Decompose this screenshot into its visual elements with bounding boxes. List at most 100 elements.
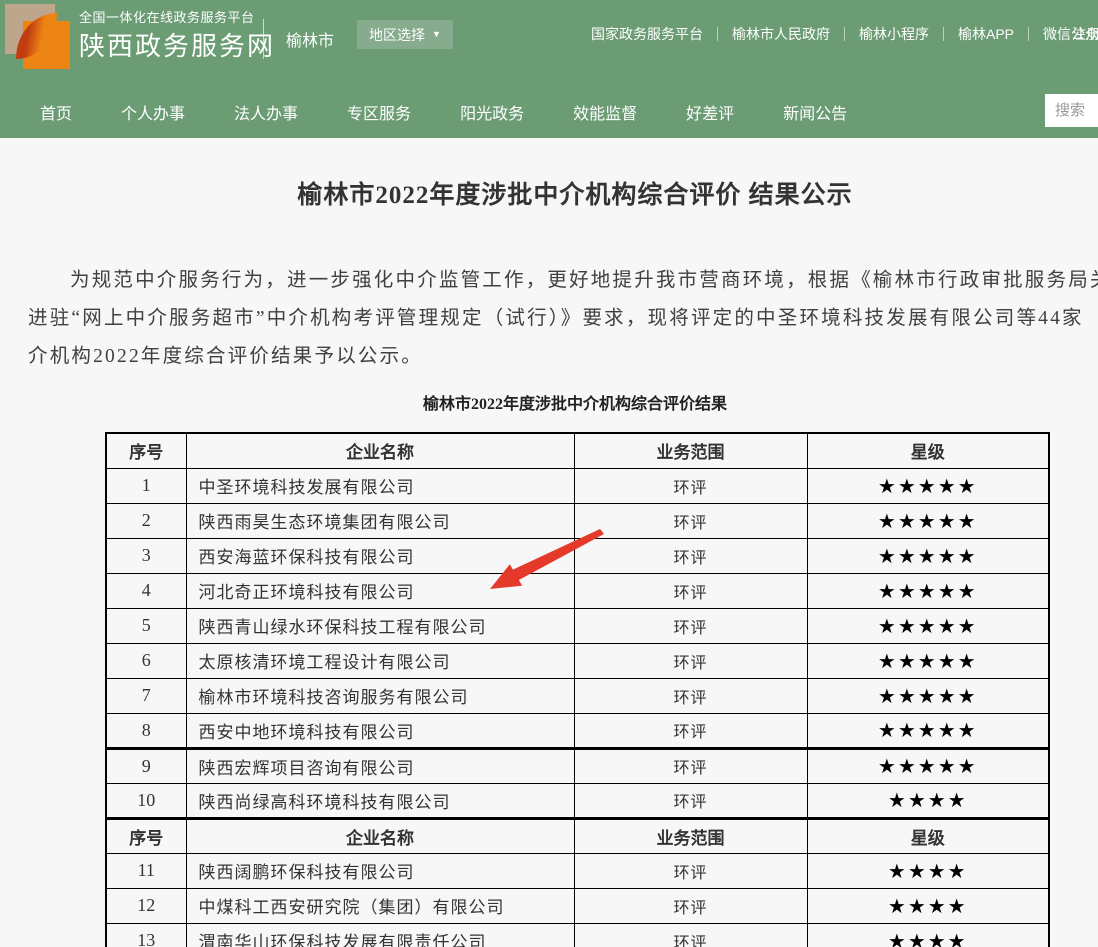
- current-city-label: 榆林市: [286, 27, 334, 51]
- column-header: 序号: [106, 433, 186, 468]
- header-link[interactable]: 国家政务服务平台: [577, 24, 717, 44]
- cell-no: 12: [106, 888, 186, 923]
- main-nav: 首页 个人办事 法人办事 专区服务 阳光政务 效能监督 好差评 新闻公告: [40, 92, 847, 132]
- table-row: 4河北奇正环境科技有限公司环评★★★★★: [106, 573, 1049, 608]
- nav-item[interactable]: 首页: [40, 100, 72, 124]
- cell-name: 太原核清环境工程设计有限公司: [186, 643, 574, 678]
- header-link[interactable]: 榆林APP: [944, 24, 1028, 44]
- site-header: 全国一体化在线政务服务平台 陕西政务服务网 榆林市 地区选择 ▼ 国家政务服务平…: [0, 0, 1098, 138]
- column-header: 企业名称: [186, 818, 574, 853]
- cell-stars: ★★★★: [807, 923, 1049, 947]
- nav-item[interactable]: 好差评: [686, 100, 734, 124]
- header-link[interactable]: 榆林市人民政府: [718, 24, 844, 44]
- cell-scope: 环评: [574, 468, 807, 503]
- cell-scope: 环评: [574, 748, 807, 783]
- cell-no: 10: [106, 783, 186, 818]
- cell-scope: 环评: [574, 678, 807, 713]
- announcement-paragraph: 为规范中介服务行为，进一步强化中介监管工作，更好地提升我市营商环境，根据《榆林市…: [28, 262, 1098, 376]
- column-header: 星级: [807, 818, 1049, 853]
- cell-stars: ★★★★★: [807, 538, 1049, 573]
- search-input[interactable]: [1045, 94, 1098, 127]
- cell-stars: ★★★★★: [807, 713, 1049, 748]
- region-selector-label: 地区选择: [369, 25, 425, 45]
- table-caption: 榆林市2022年度涉批中介机构综合评价结果: [0, 394, 1098, 416]
- table-row: 2陕西雨昊生态环境集团有限公司环评★★★★★: [106, 503, 1049, 538]
- cell-no: 4: [106, 573, 186, 608]
- cell-scope: 环评: [574, 608, 807, 643]
- header-link[interactable]: 榆林小程序: [845, 24, 943, 44]
- announcement-document: 榆林市2022年度涉批中介机构综合评价 结果公示 为规范中介服务行为，进一步强化…: [0, 178, 1098, 947]
- cell-name: 河北奇正环境科技有限公司: [186, 573, 574, 608]
- cell-stars: ★★★★: [807, 888, 1049, 923]
- column-header: 业务范围: [574, 433, 807, 468]
- page: 全国一体化在线政务服务平台 陕西政务服务网 榆林市 地区选择 ▼ 国家政务服务平…: [0, 0, 1098, 947]
- page-title: 榆林市2022年度涉批中介机构综合评价 结果公示: [0, 178, 1098, 213]
- cell-stars: ★★★★★: [807, 678, 1049, 713]
- site-logo-icon[interactable]: [5, 4, 71, 70]
- paragraph-line: 介机构2022年度综合评价结果予以公示。: [28, 338, 1098, 376]
- cell-name: 渭南华山环保科技发展有限责任公司: [186, 923, 574, 947]
- paragraph-line: 为规范中介服务行为，进一步强化中介监管工作，更好地提升我市营商环境，根据《榆林市…: [28, 262, 1098, 300]
- nav-item[interactable]: 阳光政务: [460, 100, 524, 124]
- cell-stars: ★★★★: [807, 783, 1049, 818]
- nav-item[interactable]: 个人办事: [121, 100, 185, 124]
- column-header: 业务范围: [574, 818, 807, 853]
- evaluation-table: 序号企业名称业务范围星级1中圣环境科技发展有限公司环评★★★★★2陕西雨昊生态环…: [105, 432, 1050, 947]
- cell-scope: 环评: [574, 643, 807, 678]
- table-row: 3西安海蓝环保科技有限公司环评★★★★★: [106, 538, 1049, 573]
- cell-no: 13: [106, 923, 186, 947]
- cell-stars: ★★★★★: [807, 468, 1049, 503]
- table-row: 6太原核清环境工程设计有限公司环评★★★★★: [106, 643, 1049, 678]
- table-row: 13渭南华山环保科技发展有限责任公司环评★★★★: [106, 923, 1049, 947]
- cell-name: 榆林市环境科技咨询服务有限公司: [186, 678, 574, 713]
- cell-no: 11: [106, 853, 186, 888]
- cell-no: 9: [106, 748, 186, 783]
- column-header: 星级: [807, 433, 1049, 468]
- table-row: 7榆林市环境科技咨询服务有限公司环评★★★★★: [106, 678, 1049, 713]
- cell-no: 3: [106, 538, 186, 573]
- cell-no: 5: [106, 608, 186, 643]
- cell-no: 7: [106, 678, 186, 713]
- table-row: 10陕西尚绿高科环境科技有限公司环评★★★★: [106, 783, 1049, 818]
- cell-name: 中圣环境科技发展有限公司: [186, 468, 574, 503]
- table-row: 5陕西青山绿水环保科技工程有限公司环评★★★★★: [106, 608, 1049, 643]
- cell-no: 1: [106, 468, 186, 503]
- cell-name: 陕西青山绿水环保科技工程有限公司: [186, 608, 574, 643]
- cell-no: 8: [106, 713, 186, 748]
- column-header: 序号: [106, 818, 186, 853]
- table-row: 11陕西阔鹏环保科技有限公司环评★★★★: [106, 853, 1049, 888]
- nav-item[interactable]: 专区服务: [347, 100, 411, 124]
- site-name: 陕西政务服务网: [79, 33, 275, 59]
- region-selector-button[interactable]: 地区选择 ▼: [357, 20, 453, 49]
- cell-scope: 环评: [574, 573, 807, 608]
- cell-stars: ★★★★★: [807, 503, 1049, 538]
- cell-name: 陕西阔鹏环保科技有限公司: [186, 853, 574, 888]
- cell-name: 陕西雨昊生态环境集团有限公司: [186, 503, 574, 538]
- cell-scope: 环评: [574, 888, 807, 923]
- chevron-down-icon: ▼: [432, 30, 441, 39]
- cell-stars: ★★★★★: [807, 573, 1049, 608]
- cell-scope: 环评: [574, 853, 807, 888]
- nav-item[interactable]: 效能监督: [573, 100, 637, 124]
- cell-scope: 环评: [574, 538, 807, 573]
- cell-no: 6: [106, 643, 186, 678]
- register-link[interactable]: 注册: [1072, 24, 1098, 44]
- table-header-row: 序号企业名称业务范围星级: [106, 818, 1049, 853]
- cell-stars: ★★★★: [807, 853, 1049, 888]
- platform-tagline: 全国一体化在线政务服务平台: [79, 11, 275, 24]
- cell-stars: ★★★★★: [807, 748, 1049, 783]
- cell-scope: 环评: [574, 783, 807, 818]
- cell-scope: 环评: [574, 923, 807, 947]
- table-header-row: 序号企业名称业务范围星级: [106, 433, 1049, 468]
- cell-name: 陕西尚绿高科环境科技有限公司: [186, 783, 574, 818]
- cell-no: 2: [106, 503, 186, 538]
- table-row: 8西安中地环境科技有限公司环评★★★★★: [106, 713, 1049, 748]
- cell-name: 陕西宏辉项目咨询有限公司: [186, 748, 574, 783]
- paragraph-line: 进驻“网上中介服务超市”中介机构考评管理规定（试行）》要求，现将评定的中圣环境科…: [28, 300, 1098, 338]
- cell-stars: ★★★★★: [807, 643, 1049, 678]
- site-brand: 全国一体化在线政务服务平台 陕西政务服务网: [79, 11, 275, 59]
- nav-item[interactable]: 法人办事: [234, 100, 298, 124]
- nav-item[interactable]: 新闻公告: [783, 100, 847, 124]
- cell-scope: 环评: [574, 503, 807, 538]
- header-links: 国家政务服务平台榆林市人民政府榆林小程序榆林APP微信公众号: [577, 24, 1098, 44]
